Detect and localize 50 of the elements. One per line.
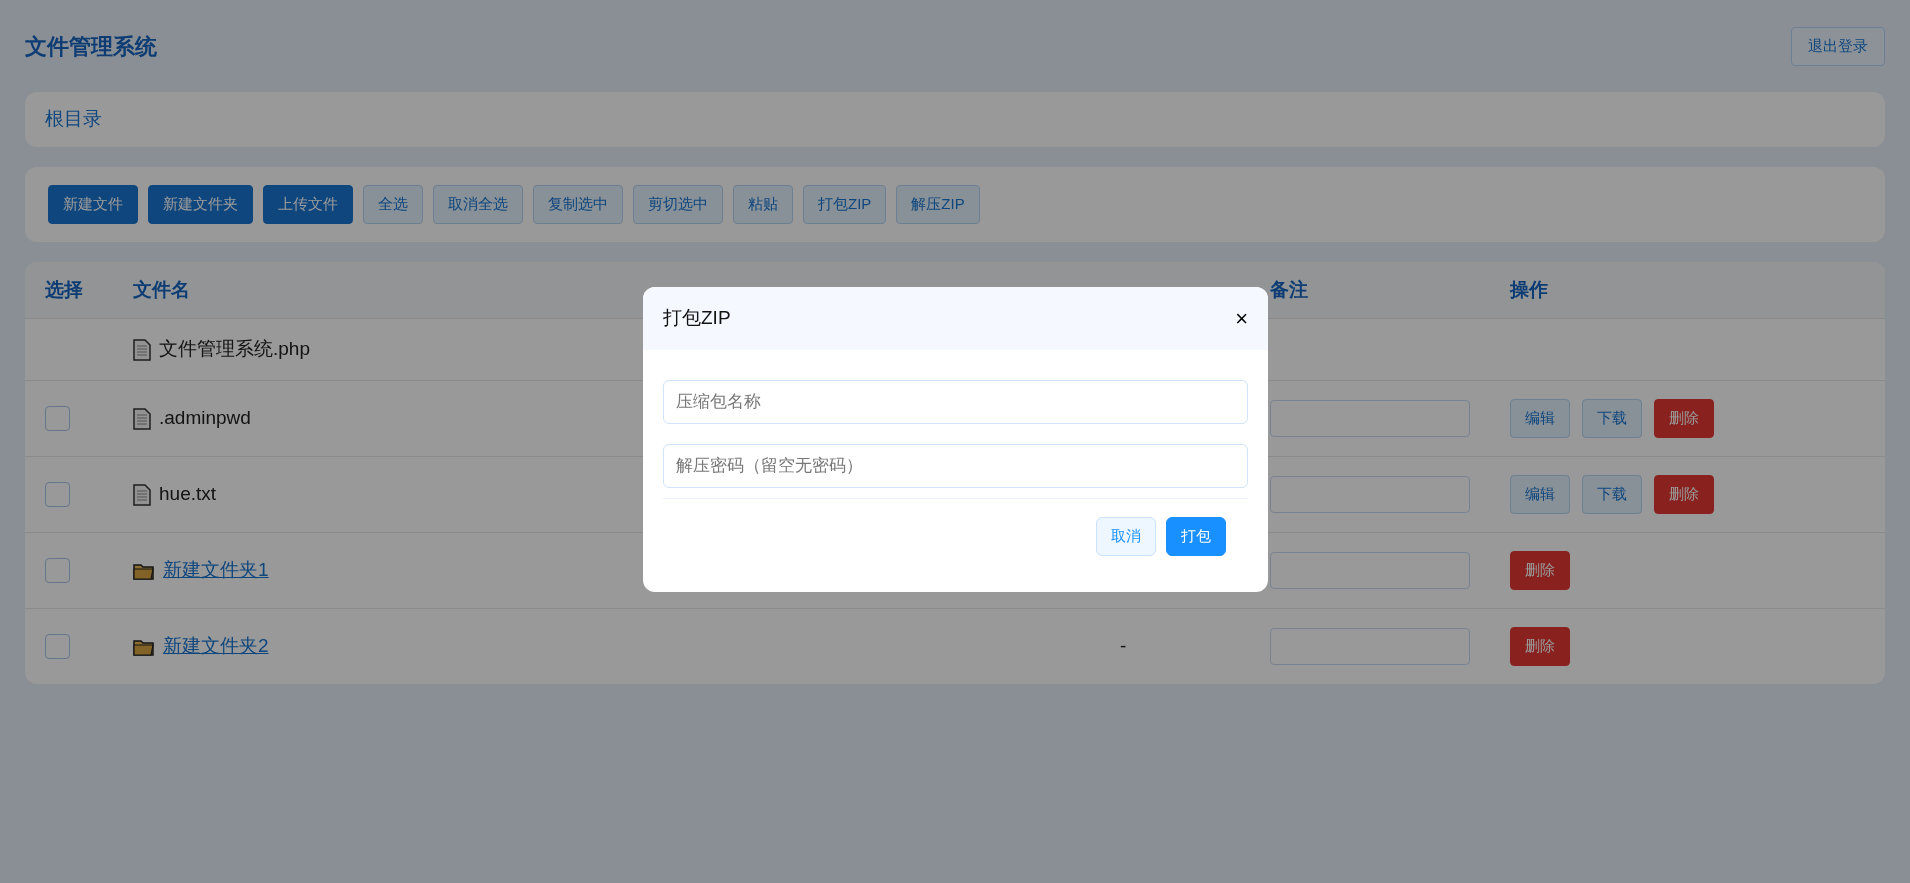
folder-link[interactable]: 新建文件夹2	[163, 632, 269, 661]
text-field[interactable]: 压缩包名称	[663, 380, 1248, 424]
breadcrumb-link[interactable]: 根目录	[45, 105, 102, 134]
row-checkbox[interactable]	[45, 634, 70, 659]
app-title: 文件管理系统	[25, 32, 157, 61]
action-button[interactable]: 删除	[1510, 627, 1570, 666]
toolbar-button[interactable]: 打包ZIP	[803, 185, 887, 224]
toolbar-button[interactable]: 全选	[363, 185, 423, 224]
row-checkbox[interactable]	[45, 482, 70, 507]
dialog-title: 打包ZIP	[663, 306, 731, 331]
action-button[interactable]: 下载	[1582, 475, 1642, 514]
action-button[interactable]: 编辑	[1510, 475, 1570, 514]
folder-icon	[133, 561, 155, 580]
toolbar-button[interactable]: 取消全选	[433, 185, 523, 224]
toolbar-button[interactable]: 新建文件夹	[148, 185, 253, 224]
action-button[interactable]: 编辑	[1510, 399, 1570, 438]
toolbar-button[interactable]: 复制选中	[533, 185, 623, 224]
dialog-button[interactable]: 取消	[1096, 517, 1156, 556]
toolbar-button[interactable]: 解压ZIP	[896, 185, 980, 224]
column-header: 备注	[1270, 278, 1308, 300]
toolbar-button[interactable]: 新建文件	[48, 185, 138, 224]
document-icon	[133, 483, 151, 506]
column-header: 操作	[1510, 278, 1548, 300]
toolbar-button[interactable]: 上传文件	[263, 185, 353, 224]
size-text: -	[1120, 635, 1127, 657]
folder-link[interactable]: 新建文件夹1	[163, 556, 269, 585]
column-header: 选择	[45, 278, 83, 300]
note-field[interactable]	[1270, 476, 1470, 513]
close-button[interactable]: ×	[1235, 307, 1248, 330]
toolbar-button[interactable]: 剪切选中	[633, 185, 723, 224]
document-icon	[133, 338, 151, 361]
dialog-button[interactable]: 打包	[1166, 517, 1226, 556]
note-field[interactable]	[1270, 552, 1470, 589]
note-field[interactable]	[1270, 628, 1470, 665]
text-field[interactable]: 解压密码（留空无密码）	[663, 444, 1248, 488]
action-button[interactable]: 删除	[1654, 475, 1714, 514]
folder-icon	[133, 637, 155, 656]
row-checkbox[interactable]	[45, 558, 70, 583]
action-button[interactable]: 删除	[1510, 551, 1570, 590]
file-name: .adminpwd	[159, 406, 251, 431]
logout-button[interactable]: 退出登录	[1791, 26, 1885, 66]
file-name: 文件管理系统.php	[159, 337, 310, 362]
toolbar-button[interactable]: 粘贴	[733, 185, 793, 224]
file-name: hue.txt	[159, 482, 217, 507]
document-icon	[133, 407, 151, 430]
row-checkbox[interactable]	[45, 406, 70, 431]
action-button[interactable]: 下载	[1582, 399, 1642, 438]
column-header: 文件名	[133, 278, 190, 300]
note-field[interactable]	[1270, 400, 1470, 437]
action-button[interactable]: 删除	[1654, 399, 1714, 438]
